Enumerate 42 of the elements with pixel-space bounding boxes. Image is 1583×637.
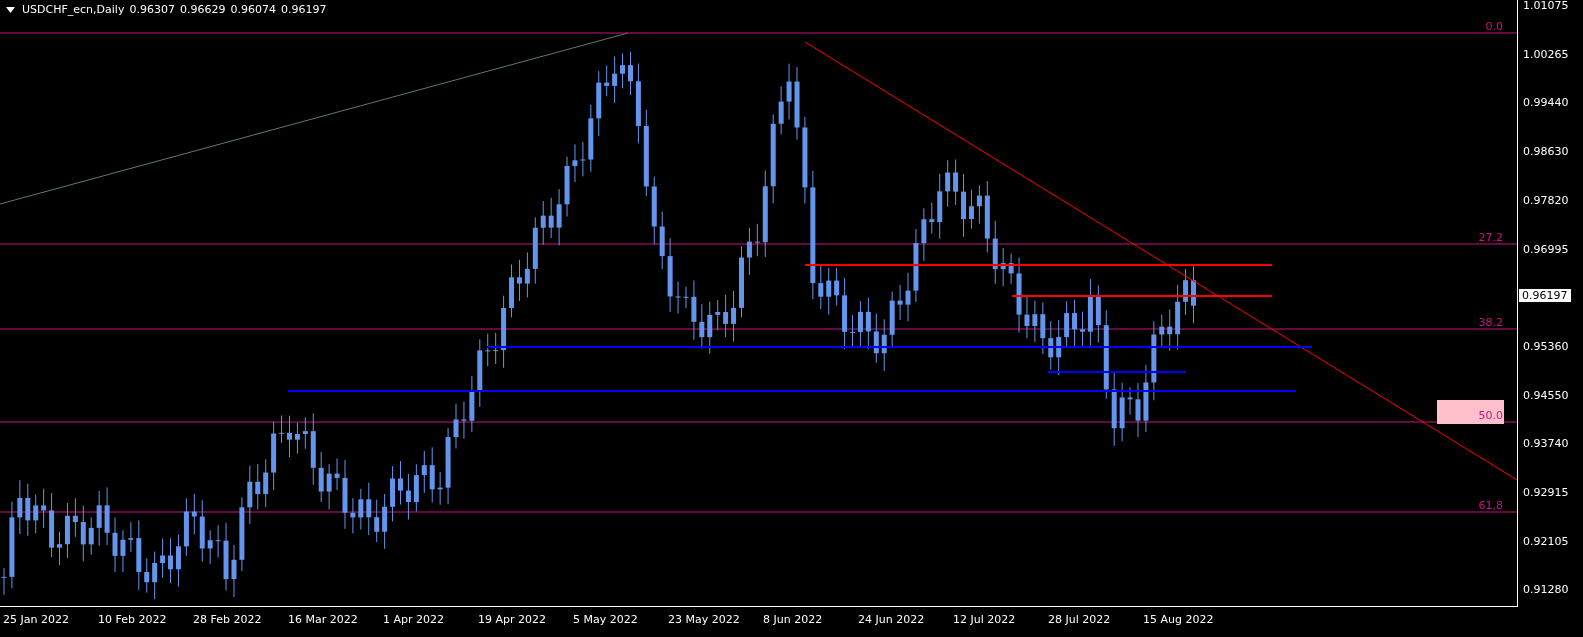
price-tick-label: 0.99440: [1523, 96, 1569, 110]
fib-level-label: 38.2: [1478, 316, 1503, 329]
date-tick-label: 8 Jun 2022: [763, 613, 823, 626]
fib-level-label: 27.2: [1478, 231, 1503, 244]
open-price: 0.96307: [129, 3, 175, 16]
date-tick-label: 28 Feb 2022: [193, 613, 262, 626]
price-tick-label: 0.98630: [1523, 145, 1569, 159]
price-tick-label: 0.95360: [1523, 339, 1569, 353]
date-tick-label: 12 Jul 2022: [953, 613, 1016, 626]
high-price: 0.96629: [179, 3, 226, 16]
current-price-label: 0.96197: [1519, 289, 1571, 302]
symbol-label: USDCHF_ecn,Daily: [22, 3, 125, 16]
date-tick-label: 19 Apr 2022: [478, 613, 546, 626]
price-tick-label: 0.92915: [1523, 486, 1569, 499]
date-tick-label: 23 May 2022: [668, 613, 740, 626]
price-tick-label: 0.92105: [1523, 534, 1569, 548]
price-tick-label: 1.00265: [1523, 47, 1569, 61]
date-tick-label: 24 Jun 2022: [858, 613, 925, 626]
date-tick-label: 15 Aug 2022: [1143, 613, 1214, 626]
price-tick-label: 0.96995: [1523, 242, 1569, 256]
date-tick-label: 28 Jul 2022: [1048, 613, 1111, 626]
price-tick-label: 0.91280: [1523, 583, 1569, 597]
price-tick-label: 0.93740: [1523, 437, 1569, 451]
trend-line[interactable]: [804, 41, 1517, 481]
highlight-rectangle[interactable]: [1437, 400, 1504, 424]
date-tick-label: 16 Mar 2022: [288, 613, 358, 626]
date-tick-label: 1 Apr 2022: [383, 613, 444, 626]
low-price: 0.96074: [230, 3, 276, 16]
price-tick-label: 0.94550: [1523, 388, 1569, 402]
price-tick-label: 1.01075: [1523, 0, 1569, 12]
fib-level-line[interactable]: [0, 328, 1517, 330]
close-price: 0.96197: [280, 3, 327, 16]
fib-level-line[interactable]: [0, 511, 1517, 513]
fib-level-label: 50.0: [1478, 409, 1503, 422]
fib-level-label: 61,8: [1478, 499, 1503, 512]
dropdown-arrow-icon[interactable]: [6, 6, 15, 13]
date-tick-label: 5 May 2022: [573, 613, 638, 626]
fib-level-line[interactable]: [0, 421, 1517, 423]
date-tick-label: 10 Feb 2022: [98, 613, 167, 626]
date-tick-label: 25 Jan 2022: [3, 613, 69, 626]
fib-level-label: 0.0: [1485, 20, 1503, 33]
price-tick-label: 0.97820: [1523, 193, 1569, 207]
